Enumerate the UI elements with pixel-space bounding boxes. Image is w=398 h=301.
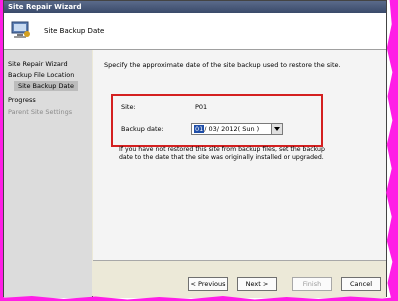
content-pane: Specify the approximate date of the site…: [93, 50, 386, 260]
highlighted-settings-box: Site: P01 Backup date: 01/ 03/ 2012( Sun…: [111, 94, 323, 147]
window-title: Site Repair Wizard: [8, 3, 82, 11]
backup-date-label: Backup date:: [121, 125, 164, 133]
chevron-down-icon[interactable]: [271, 124, 282, 134]
nav-item-site-repair-wizard: Site Repair Wizard: [8, 60, 68, 68]
wizard-window: Site Repair Wizard Site Backup Date Site…: [3, 0, 387, 298]
nav-item-parent-site-settings: Parent Site Settings: [8, 108, 73, 116]
date-day-selected[interactable]: 01: [194, 125, 205, 133]
wizard-navigation: Site Repair Wizard Backup File Location …: [4, 50, 92, 298]
instruction-text: Specify the approximate date of the site…: [104, 61, 341, 69]
page-title: Site Backup Date: [44, 27, 105, 35]
backup-date-picker[interactable]: 01/ 03/ 2012( Sun ): [191, 123, 283, 135]
nav-item-backup-file-location: Backup File Location: [8, 71, 75, 79]
computer-icon: [10, 19, 32, 41]
nav-item-progress: Progress: [8, 96, 36, 104]
window-titlebar[interactable]: Site Repair Wizard: [4, 1, 386, 13]
cancel-button[interactable]: Cancel: [341, 277, 381, 291]
site-label: Site:: [121, 103, 136, 111]
previous-button[interactable]: < Previous: [188, 277, 228, 291]
site-value: P01: [195, 103, 208, 111]
backup-date-note: If you have not restored this site from …: [119, 146, 325, 161]
next-button[interactable]: Next >: [237, 277, 277, 291]
wizard-footer: < Previous Next > Finish Cancel: [93, 261, 386, 298]
finish-button[interactable]: Finish: [292, 277, 332, 291]
backup-date-value[interactable]: 01/ 03/ 2012( Sun ): [194, 125, 259, 133]
nav-item-site-backup-date: Site Backup Date: [14, 81, 78, 91]
date-remainder: / 03/ 2012( Sun ): [204, 125, 260, 133]
wizard-header: Site Backup Date: [4, 13, 386, 50]
